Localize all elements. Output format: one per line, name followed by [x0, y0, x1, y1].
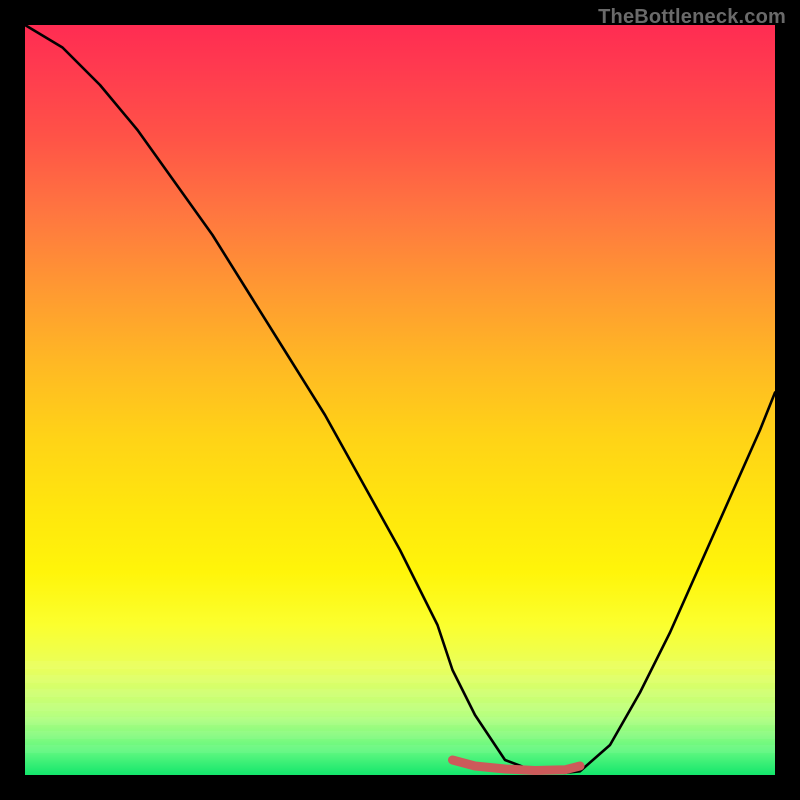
ideal-segment — [453, 760, 581, 771]
chart-frame: TheBottleneck.com — [0, 0, 800, 800]
curve-svg — [25, 25, 775, 775]
main-curve — [25, 25, 775, 773]
plot-area — [25, 25, 775, 775]
watermark-label: TheBottleneck.com — [598, 6, 786, 29]
